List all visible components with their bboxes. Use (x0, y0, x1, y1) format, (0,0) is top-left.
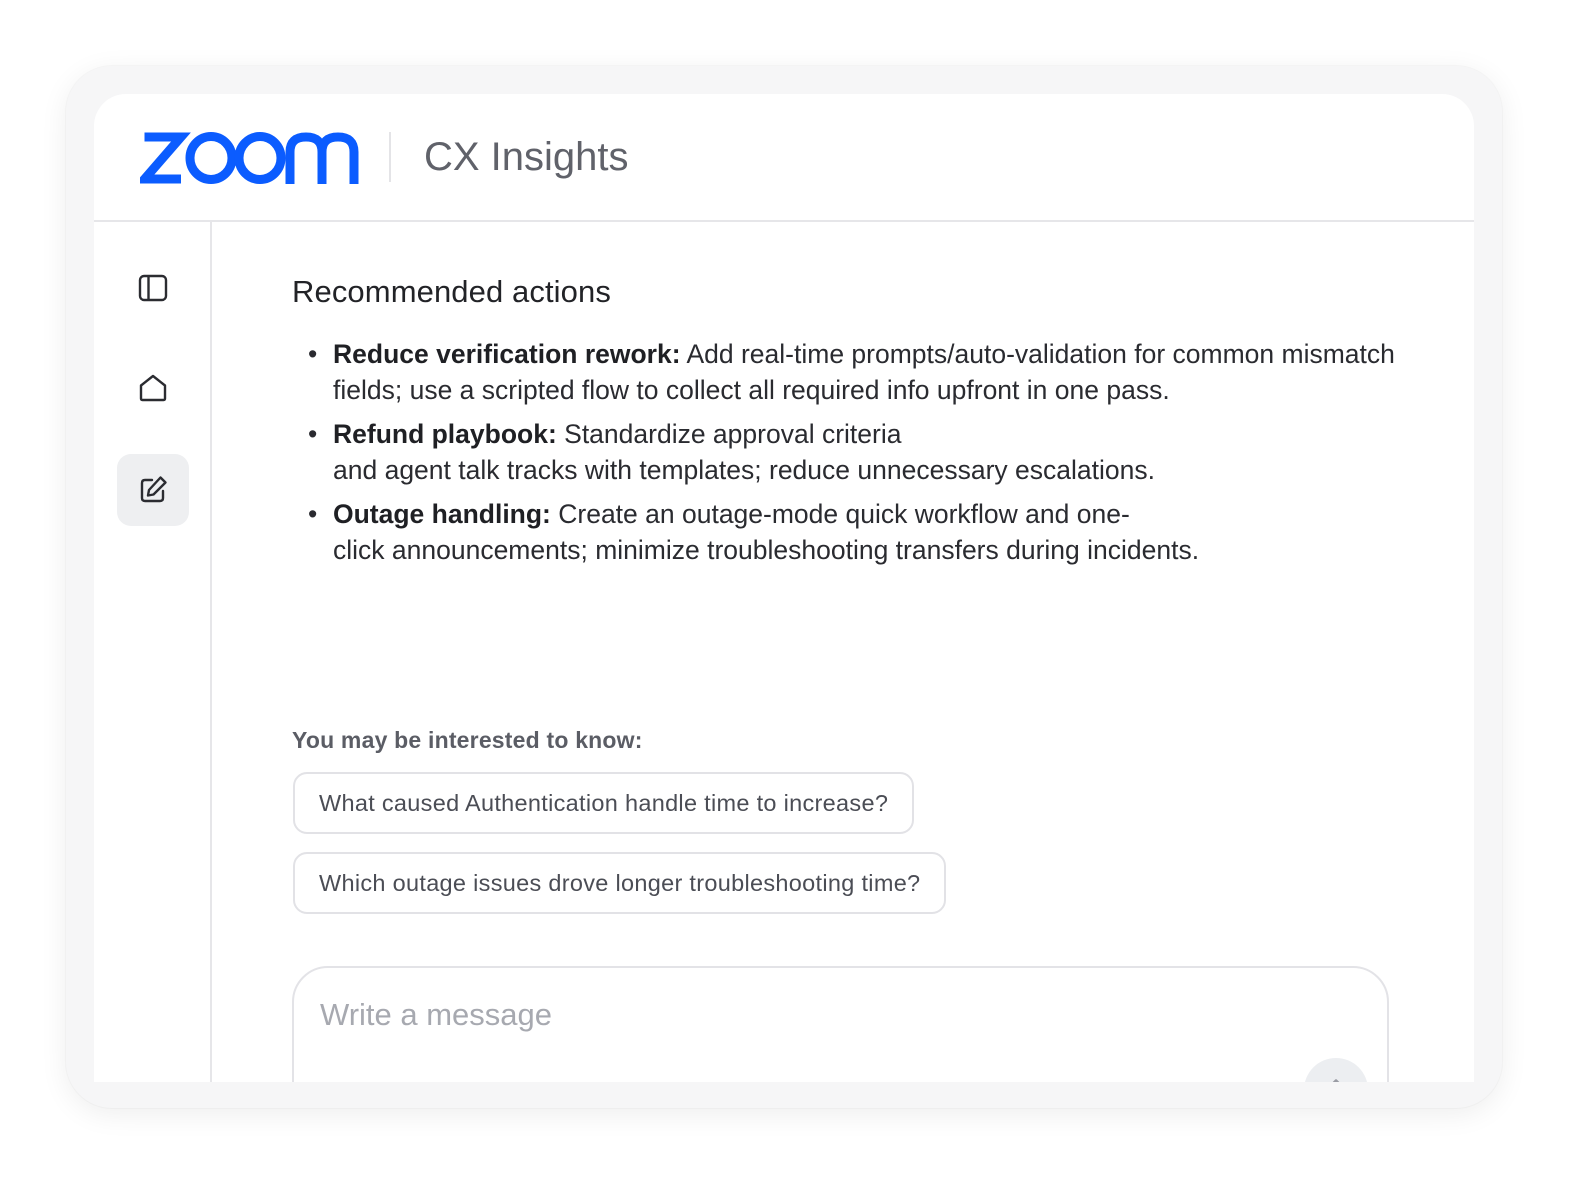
header-divider (389, 132, 391, 182)
action-text-continued: and agent talk tracks with templates; re… (333, 455, 1155, 485)
action-text: Create an outage-mode quick workflow and… (550, 499, 1130, 529)
sidebar (94, 222, 212, 1082)
action-title: Reduce verification rework: (333, 339, 681, 369)
home-button[interactable] (117, 352, 189, 424)
list-item: • Outage handling: Create an outage-mode… (292, 496, 1412, 568)
zoom-logo (140, 132, 359, 184)
edit-icon (140, 476, 167, 503)
sidebar-toggle-button[interactable] (117, 252, 189, 324)
suggestions-label: You may be interested to know: (292, 727, 643, 753)
suggestion-chip[interactable]: Which outage issues drove longer trouble… (293, 852, 947, 914)
main-content: Recommended actions • Reduce verificatio… (212, 222, 1474, 1082)
suggestion-chip[interactable]: What caused Authentication handle time t… (293, 772, 915, 834)
bullet: • (308, 499, 318, 529)
bullet: • (308, 339, 318, 369)
app-header: CX Insights (94, 94, 1474, 222)
home-icon (139, 374, 167, 402)
list-item: • Refund playbook: Standardize approval … (292, 416, 1412, 488)
bullet: • (308, 419, 318, 449)
arrow-up-icon (1332, 1079, 1340, 1082)
action-text: Standardize approval criteria (556, 419, 902, 449)
send-button[interactable] (1304, 1058, 1368, 1082)
sidebar-toggle-icon (138, 274, 168, 302)
message-input[interactable] (320, 992, 1220, 1038)
recommended-actions-list: • Reduce verification rework: Add real-t… (292, 336, 1412, 576)
app-title: CX Insights (424, 135, 629, 179)
app-window: CX Insights Recommended actions • Reduce… (94, 94, 1474, 1082)
new-chat-button[interactable] (117, 454, 189, 526)
message-composer (292, 966, 1389, 1082)
list-item: • Reduce verification rework: Add real-t… (292, 336, 1412, 408)
action-text-continued: click announcements; minimize troublesho… (333, 535, 1200, 565)
section-title: Recommended actions (292, 274, 611, 309)
action-title: Outage handling: (333, 499, 551, 529)
action-title: Refund playbook: (333, 419, 557, 449)
